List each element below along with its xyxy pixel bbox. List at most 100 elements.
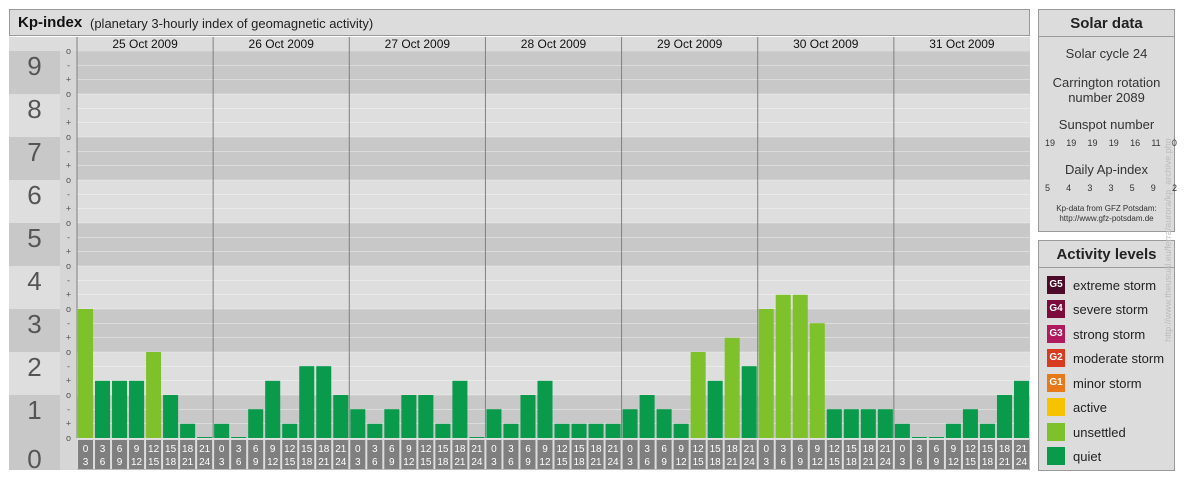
sub-axis-band	[60, 266, 77, 309]
interval-start-label: 9	[542, 444, 548, 455]
chart-title: Kp-index	[18, 14, 83, 31]
sunspot-value: 19	[1087, 138, 1098, 148]
interval-start-label: 9	[270, 444, 276, 455]
y-subtick-label: +	[66, 204, 71, 214]
kp-bar	[265, 380, 281, 438]
interval-start-label: 12	[965, 444, 977, 455]
ap-index-value: 3	[1108, 183, 1114, 193]
interval-end-label: 24	[744, 457, 756, 468]
kp-bar	[435, 423, 451, 438]
grid-band	[77, 137, 1030, 180]
interval-end-label: 15	[965, 457, 977, 468]
level-label: minor storm	[1073, 375, 1142, 391]
y-subtick-label: o	[66, 347, 71, 357]
sunspot-value: 19	[1045, 138, 1056, 148]
kp-bar	[316, 366, 332, 438]
kp-bar	[197, 437, 213, 438]
y-subtick-label: -	[67, 404, 70, 414]
kp-bar	[384, 409, 400, 438]
interval-end-label: 12	[539, 457, 551, 468]
kp-bar	[894, 423, 910, 438]
level-g4: G4 severe storm	[1047, 299, 1148, 319]
y-subtick-label: o	[66, 132, 71, 142]
kp-bar	[503, 423, 519, 438]
y-subtick-label: o	[66, 175, 71, 185]
interval-end-label: 21	[999, 457, 1011, 468]
sunspot-values: 19 19 19 19 16 11 0	[1045, 138, 1177, 148]
sunspot-value: 19	[1066, 138, 1077, 148]
interval-end-label: 6	[917, 457, 923, 468]
ap-index-value: 9	[1150, 183, 1156, 193]
interval-end-label: 3	[763, 457, 769, 468]
interval-start-label: 18	[182, 444, 194, 455]
ap-index-value: 4	[1066, 183, 1072, 193]
kp-bar	[469, 437, 485, 438]
interval-end-label: 21	[454, 457, 466, 468]
y-subtick-label: o	[66, 261, 71, 271]
y-subtick-label: +	[66, 333, 71, 343]
level-swatch	[1047, 423, 1065, 441]
kp-bar	[350, 409, 366, 438]
kp-bar	[299, 366, 315, 438]
source-watermark: http://www.theusual.eu/ferra/aurora/kp_a…	[1163, 138, 1173, 342]
interval-end-label: 15	[693, 457, 705, 468]
y-subtick-label: o	[66, 433, 71, 443]
interval-end-label: 24	[880, 457, 892, 468]
interval-end-label: 18	[710, 457, 722, 468]
interval-start-label: 3	[644, 444, 650, 455]
level-label: active	[1073, 399, 1107, 415]
kp-bar	[588, 423, 604, 438]
grid-band	[77, 94, 1030, 137]
y-subtick-label: o	[66, 89, 71, 99]
interval-end-label: 24	[471, 457, 483, 468]
y-tick-label: 4	[27, 266, 41, 296]
interval-end-label: 21	[318, 457, 330, 468]
level-g5: G5 extreme storm	[1047, 275, 1156, 295]
interval-end-label: 12	[948, 457, 960, 468]
interval-start-label: 15	[301, 444, 313, 455]
ap-index-value: 3	[1087, 183, 1093, 193]
y-subtick-label: -	[67, 146, 70, 156]
kp-bar	[554, 423, 570, 438]
sunspot-value: 11	[1151, 138, 1161, 148]
y-subtick-label: o	[66, 304, 71, 314]
interval-end-label: 3	[219, 457, 225, 468]
kp-bar	[843, 409, 859, 438]
y-subtick-label: -	[67, 361, 70, 371]
interval-start-label: 12	[829, 444, 841, 455]
kp-bar	[622, 409, 638, 438]
kp-bar	[741, 366, 757, 438]
y-subtick-label: -	[67, 232, 70, 242]
interval-start-label: 9	[814, 444, 820, 455]
kp-bar	[180, 423, 196, 438]
interval-start-label: 9	[134, 444, 140, 455]
kp-bar	[418, 395, 434, 438]
interval-start-label: 0	[83, 444, 89, 455]
interval-end-label: 12	[676, 457, 688, 468]
kp-bar	[95, 380, 111, 438]
kp-bar	[945, 423, 961, 438]
carrington-rotation-label: Carrington rotation	[1052, 75, 1161, 90]
interval-end-label: 9	[253, 457, 259, 468]
kp-bar	[571, 423, 587, 438]
level-label: strong storm	[1073, 326, 1146, 342]
kp-bar	[877, 409, 893, 438]
interval-end-label: 12	[267, 457, 279, 468]
interval-start-label: 18	[727, 444, 739, 455]
interval-end-label: 18	[573, 457, 585, 468]
interval-start-label: 6	[253, 444, 259, 455]
interval-end-label: 24	[335, 457, 347, 468]
grid-band	[77, 266, 1030, 309]
kp-bar	[486, 409, 502, 438]
interval-end-label: 3	[355, 457, 361, 468]
y-subtick-label: +	[66, 118, 71, 128]
interval-start-label: 3	[236, 444, 242, 455]
interval-start-label: 6	[389, 444, 395, 455]
ap-index-value: 5	[1129, 183, 1135, 193]
level-g3: G3 strong storm	[1047, 324, 1145, 344]
kp-bar	[792, 294, 808, 438]
solar-cycle: Solar cycle 24	[1065, 46, 1148, 61]
interval-start-label: 0	[491, 444, 497, 455]
interval-end-label: 15	[829, 457, 841, 468]
interval-start-label: 15	[710, 444, 722, 455]
